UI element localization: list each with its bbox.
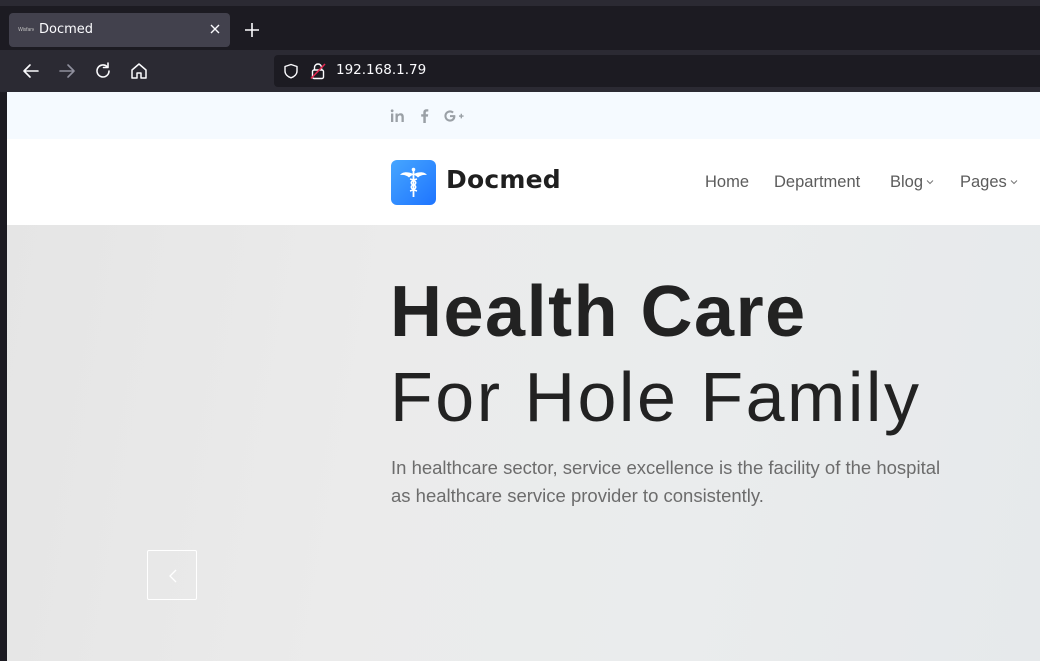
nav-department-label: Department [774,173,861,191]
tab-favicon: Wisfane [18,27,34,33]
hero-title: Health Care [390,272,807,352]
brand-name[interactable]: Docmed [446,165,561,194]
url-bar[interactable]: 192.168.1.79 [274,55,1040,87]
home-icon[interactable] [128,60,150,82]
browser-tab[interactable]: Wisfane Docmed [9,13,230,47]
page-viewport: Docmed Home Department Blog Pages Health… [7,92,1040,661]
chevron-down-icon [1010,180,1018,185]
nav-pages-label: Pages [960,173,1007,191]
new-tab-plus-icon[interactable] [243,21,261,39]
nav-home-label: Home [705,173,750,191]
brand-logo[interactable] [391,160,436,205]
nav-blog[interactable]: Blog [890,173,934,192]
url-text: 192.168.1.79 [336,62,427,78]
insecure-lock-icon[interactable] [310,62,326,80]
nav-pages[interactable]: Pages [960,173,1018,192]
google-plus-icon[interactable] [443,108,467,124]
hero-subtitle: For Hole Family [390,358,922,436]
chevron-left-icon [169,569,177,583]
tab-title: Docmed [39,22,94,37]
facebook-icon[interactable] [416,108,434,124]
shield-icon[interactable] [283,63,299,79]
forward-arrow-icon[interactable] [56,60,78,82]
linkedin-icon[interactable] [389,108,407,124]
nav-department[interactable]: Department [774,173,860,192]
nav-blog-label: Blog [890,173,924,191]
close-icon[interactable] [207,21,223,37]
back-arrow-icon[interactable] [20,60,42,82]
browser-tab-strip: Wisfane Docmed [0,0,1040,50]
caduceus-icon [400,167,427,197]
social-topbar [7,92,1040,139]
reload-icon[interactable] [92,60,114,82]
hero-description: In healthcare sector, service excellence… [391,457,941,506]
slider-prev-button[interactable] [147,550,197,600]
chevron-down-icon [926,180,934,185]
site-header: Docmed Home Department Blog Pages [7,139,1040,225]
nav-home[interactable]: Home [705,173,749,192]
